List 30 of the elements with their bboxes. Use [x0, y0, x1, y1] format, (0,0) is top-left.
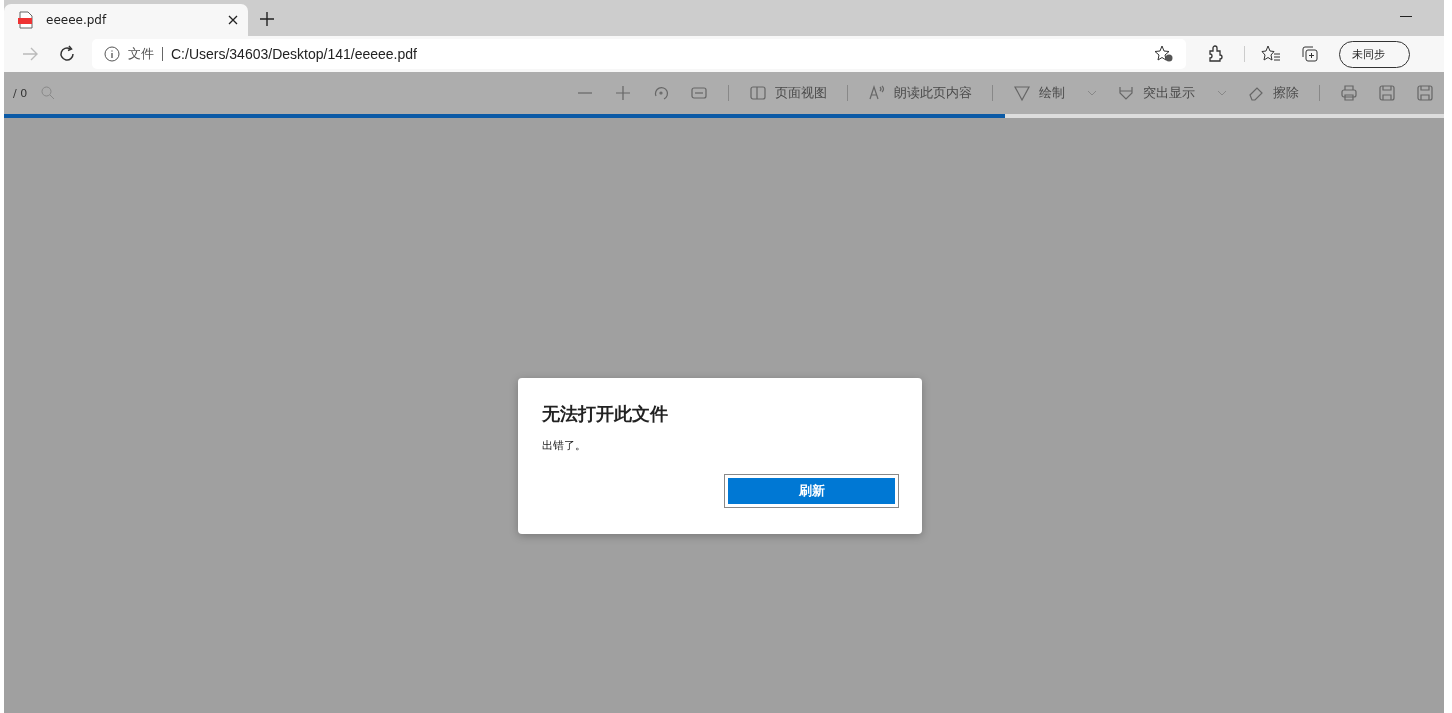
- toolbar-button[interactable]: 擦除: [1247, 84, 1299, 102]
- print-icon[interactable]: [1340, 84, 1358, 102]
- rotate-icon[interactable]: [652, 84, 670, 102]
- dialog-message: 出错了。: [542, 438, 587, 453]
- search-icon[interactable]: [41, 86, 56, 100]
- toolbar-button[interactable]: 页面视图: [749, 84, 827, 102]
- page-count: / 0: [13, 86, 28, 100]
- info-icon: [104, 46, 120, 62]
- toolbar-button[interactable]: 绘制: [1013, 84, 1097, 102]
- address-field[interactable]: 文件 C:/Users/34603/Desktop/141/eeeee.pdf: [92, 39, 1186, 69]
- zoomin-icon[interactable]: [614, 84, 632, 102]
- forward-arrow-icon[interactable]: [22, 47, 38, 61]
- close-icon[interactable]: [228, 15, 238, 25]
- site-label: 文件: [128, 45, 154, 63]
- refresh-button[interactable]: 刷新: [725, 475, 898, 507]
- toolbar-button[interactable]: 突出显示: [1117, 84, 1227, 102]
- url-text: C:/Users/34603/Desktop/141/eeeee.pdf: [171, 46, 417, 62]
- pdf-file-icon: [18, 11, 34, 29]
- favorites-icon[interactable]: [1261, 45, 1281, 63]
- toolbar-button[interactable]: 朗读此页内容: [868, 84, 972, 102]
- tab-title: eeeee.pdf: [46, 13, 108, 27]
- dialog-title: 无法打开此文件: [542, 402, 669, 426]
- browser-tab[interactable]: eeeee.pdf: [4, 4, 248, 36]
- puzzle-icon[interactable]: [1206, 45, 1224, 63]
- collections-icon[interactable]: [1301, 45, 1319, 63]
- new-tab-icon[interactable]: [260, 12, 274, 26]
- refresh-icon[interactable]: [58, 45, 76, 63]
- save-icon[interactable]: [1378, 84, 1396, 102]
- star-plus-icon[interactable]: [1154, 45, 1174, 63]
- minimize-icon[interactable]: [1400, 16, 1412, 18]
